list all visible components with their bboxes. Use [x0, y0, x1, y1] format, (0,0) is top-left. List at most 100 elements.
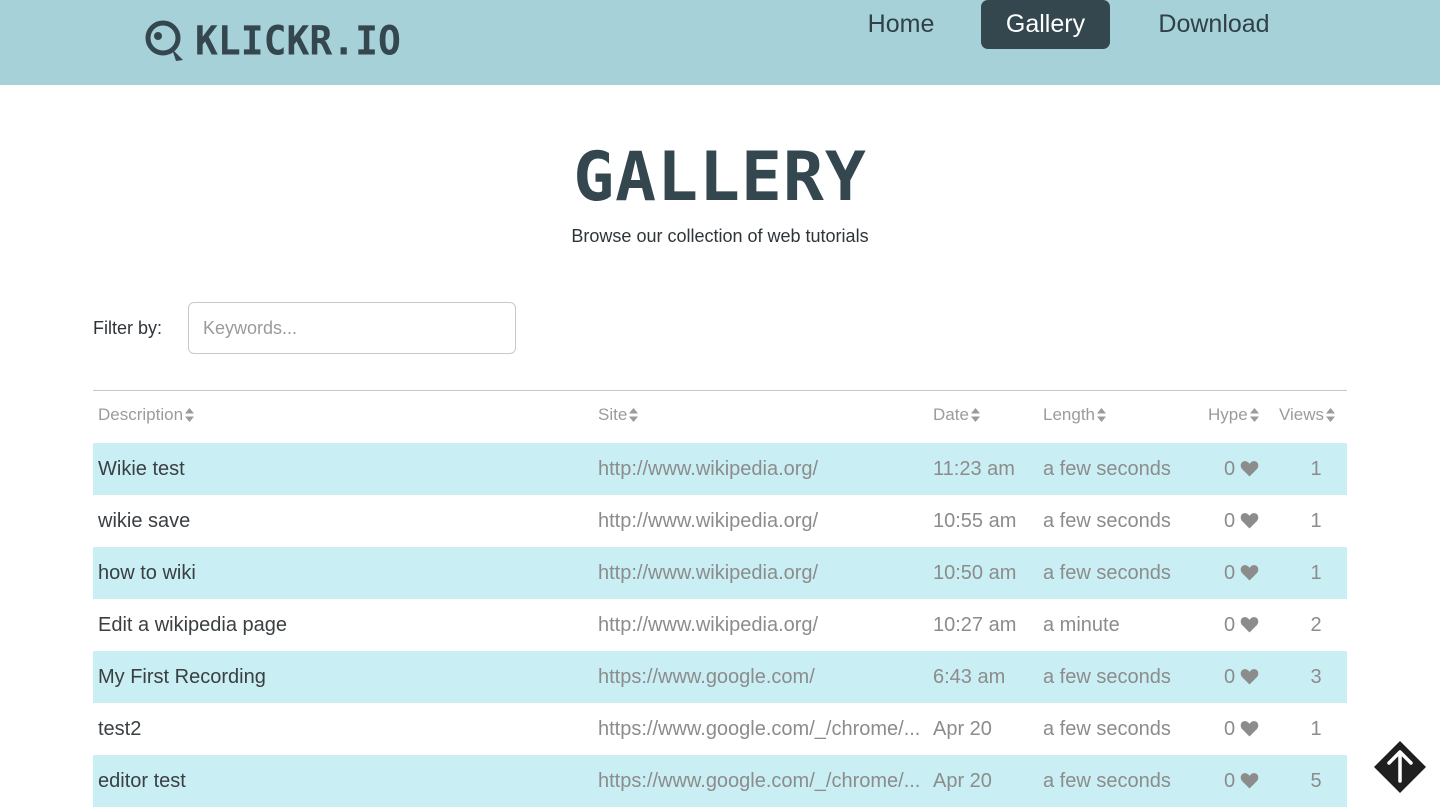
date-cell: 11:23 am [933, 443, 1015, 495]
description-link[interactable]: My First Recording [98, 651, 266, 703]
heart-icon[interactable] [1240, 564, 1259, 581]
date-cell-text: 6:43 am [933, 666, 1006, 688]
length-cell-text: a few seconds [1043, 718, 1171, 740]
description-link[interactable]: Wikie test [98, 443, 185, 495]
site-cell: http://www.wikipedia.org/ [598, 599, 931, 651]
hype-cell-text: 0 [1224, 510, 1236, 532]
length-cell-text: a few seconds [1043, 562, 1171, 584]
hype-cell[interactable]: 0 [1224, 547, 1259, 599]
site-cell-text: https://www.google.com/ [598, 666, 815, 688]
site-cell: http://www.wikipedia.org/ [598, 495, 931, 547]
column-header-length[interactable]: Length [1043, 405, 1106, 425]
date-cell-text: 11:23 am [933, 458, 1015, 480]
views-cell-text: 2 [1310, 614, 1322, 636]
sort-icon [1249, 408, 1259, 422]
hype-cell[interactable]: 0 [1224, 755, 1259, 807]
heart-icon[interactable] [1240, 720, 1259, 737]
site-cell-text: http://www.wikipedia.org/ [598, 614, 819, 636]
tutorials-table: Description Site Date Length Hype Views … [93, 390, 1347, 807]
column-header-date[interactable]: Date [933, 405, 980, 425]
column-header-site[interactable]: Site [598, 405, 639, 425]
hype-cell[interactable]: 0 [1224, 495, 1259, 547]
table-row[interactable]: test2 https://www.google.com/_/chrome/...… [93, 703, 1347, 755]
date-cell-text: 10:50 am [933, 562, 1017, 584]
site-cell-text: https://www.google.com/_/chrome/... [598, 718, 921, 740]
table-row[interactable]: how to wiki http://www.wikipedia.org/10:5… [93, 547, 1347, 599]
date-cell-text: 10:55 am [933, 510, 1017, 532]
nav-home[interactable]: Home [848, 0, 954, 49]
column-header-hype[interactable]: Hype [1208, 405, 1259, 425]
heart-icon[interactable] [1240, 772, 1259, 789]
filter-label: Filter by: [93, 318, 163, 338]
page-title: GALLERY [573, 138, 867, 217]
views-cell: 1 [1306, 495, 1326, 547]
column-header-label: Date [933, 405, 969, 424]
heart-icon[interactable] [1240, 616, 1259, 633]
length-cell: a few seconds [1043, 755, 1171, 807]
sort-icon [1326, 408, 1336, 422]
date-cell: 10:50 am [933, 547, 1016, 599]
keyword-filter-input[interactable] [188, 302, 516, 354]
length-cell: a few seconds [1043, 495, 1171, 547]
column-header-label: Views [1279, 405, 1325, 424]
site-cell-text: https://www.google.com/_/chrome/... [598, 770, 921, 792]
site-cell: https://www.google.com/_/chrome/... [598, 755, 931, 807]
description-link[interactable]: test2 [98, 703, 141, 755]
nav-gallery[interactable]: Gallery [981, 0, 1110, 49]
views-cell: 5 [1306, 755, 1326, 807]
views-cell: 1 [1306, 443, 1326, 495]
description-link-text: Edit a wikipedia page [98, 614, 288, 636]
description-link[interactable]: editor test [98, 755, 186, 807]
klickr-logo-icon [145, 20, 183, 61]
length-cell: a few seconds [1043, 651, 1171, 703]
heart-icon[interactable] [1240, 668, 1259, 685]
site-cell-text: http://www.wikipedia.org/ [598, 510, 819, 532]
length-cell: a minute [1043, 599, 1120, 651]
hype-cell-text: 0 [1224, 614, 1236, 636]
sort-icon [629, 408, 639, 422]
views-cell: 1 [1306, 703, 1326, 755]
site-cell: https://www.google.com/_/chrome/... [598, 703, 931, 755]
scroll-to-top-button[interactable] [1373, 740, 1427, 794]
length-cell: a few seconds [1043, 443, 1171, 495]
hype-cell-text: 0 [1224, 770, 1236, 792]
description-link-text: wikie save [98, 510, 191, 532]
length-cell-text: a minute [1043, 614, 1120, 636]
site-cell-text: http://www.wikipedia.org/ [598, 458, 819, 480]
table-body: Wikie test http://www.wikipedia.org/11:23… [93, 443, 1347, 807]
heart-icon[interactable] [1240, 512, 1259, 529]
description-link[interactable]: how to wiki [98, 547, 196, 599]
hype-cell[interactable]: 0 [1224, 443, 1259, 495]
views-cell-text: 3 [1310, 666, 1322, 688]
table-header: Description Site Date Length Hype Views [93, 391, 1347, 443]
views-cell-text: 1 [1310, 718, 1322, 740]
hype-cell[interactable]: 0 [1224, 703, 1259, 755]
table-row[interactable]: wikie save http://www.wikipedia.org/10:55… [93, 495, 1347, 547]
column-header-label: Length [1043, 405, 1095, 424]
views-cell-text: 5 [1310, 770, 1322, 792]
table-row[interactable]: editor test https://www.google.com/_/chro… [93, 755, 1347, 807]
hype-cell[interactable]: 0 [1224, 599, 1259, 651]
hype-cell-text: 0 [1224, 718, 1236, 740]
site-cell: https://www.google.com/ [598, 651, 931, 703]
site-cell: http://www.wikipedia.org/ [598, 443, 931, 495]
column-header-views[interactable]: Views [1279, 405, 1336, 425]
table-row[interactable]: Edit a wikipedia page http://www.wikipedi… [93, 599, 1347, 651]
table-row[interactable]: My First Recording https://www.google.com… [93, 651, 1347, 703]
description-link-text: test2 [98, 718, 142, 740]
views-cell: 3 [1306, 651, 1326, 703]
length-cell-text: a few seconds [1043, 770, 1171, 792]
column-header-description[interactable]: Description [98, 405, 195, 425]
description-link[interactable]: wikie save [98, 495, 190, 547]
hype-cell[interactable]: 0 [1224, 651, 1259, 703]
column-header-label: Hype [1208, 405, 1248, 424]
date-cell: 10:55 am [933, 495, 1016, 547]
logo[interactable]: KLICKR.IO [143, 18, 401, 64]
page-subtitle: Browse our collection of web tutorials [571, 226, 869, 246]
views-cell: 2 [1306, 599, 1326, 651]
nav-download[interactable]: Download [1138, 0, 1290, 49]
table-row[interactable]: Wikie test http://www.wikipedia.org/11:23… [93, 443, 1347, 495]
date-cell: 6:43 am [933, 651, 1005, 703]
heart-icon[interactable] [1240, 460, 1259, 477]
description-link[interactable]: Edit a wikipedia page [98, 599, 287, 651]
